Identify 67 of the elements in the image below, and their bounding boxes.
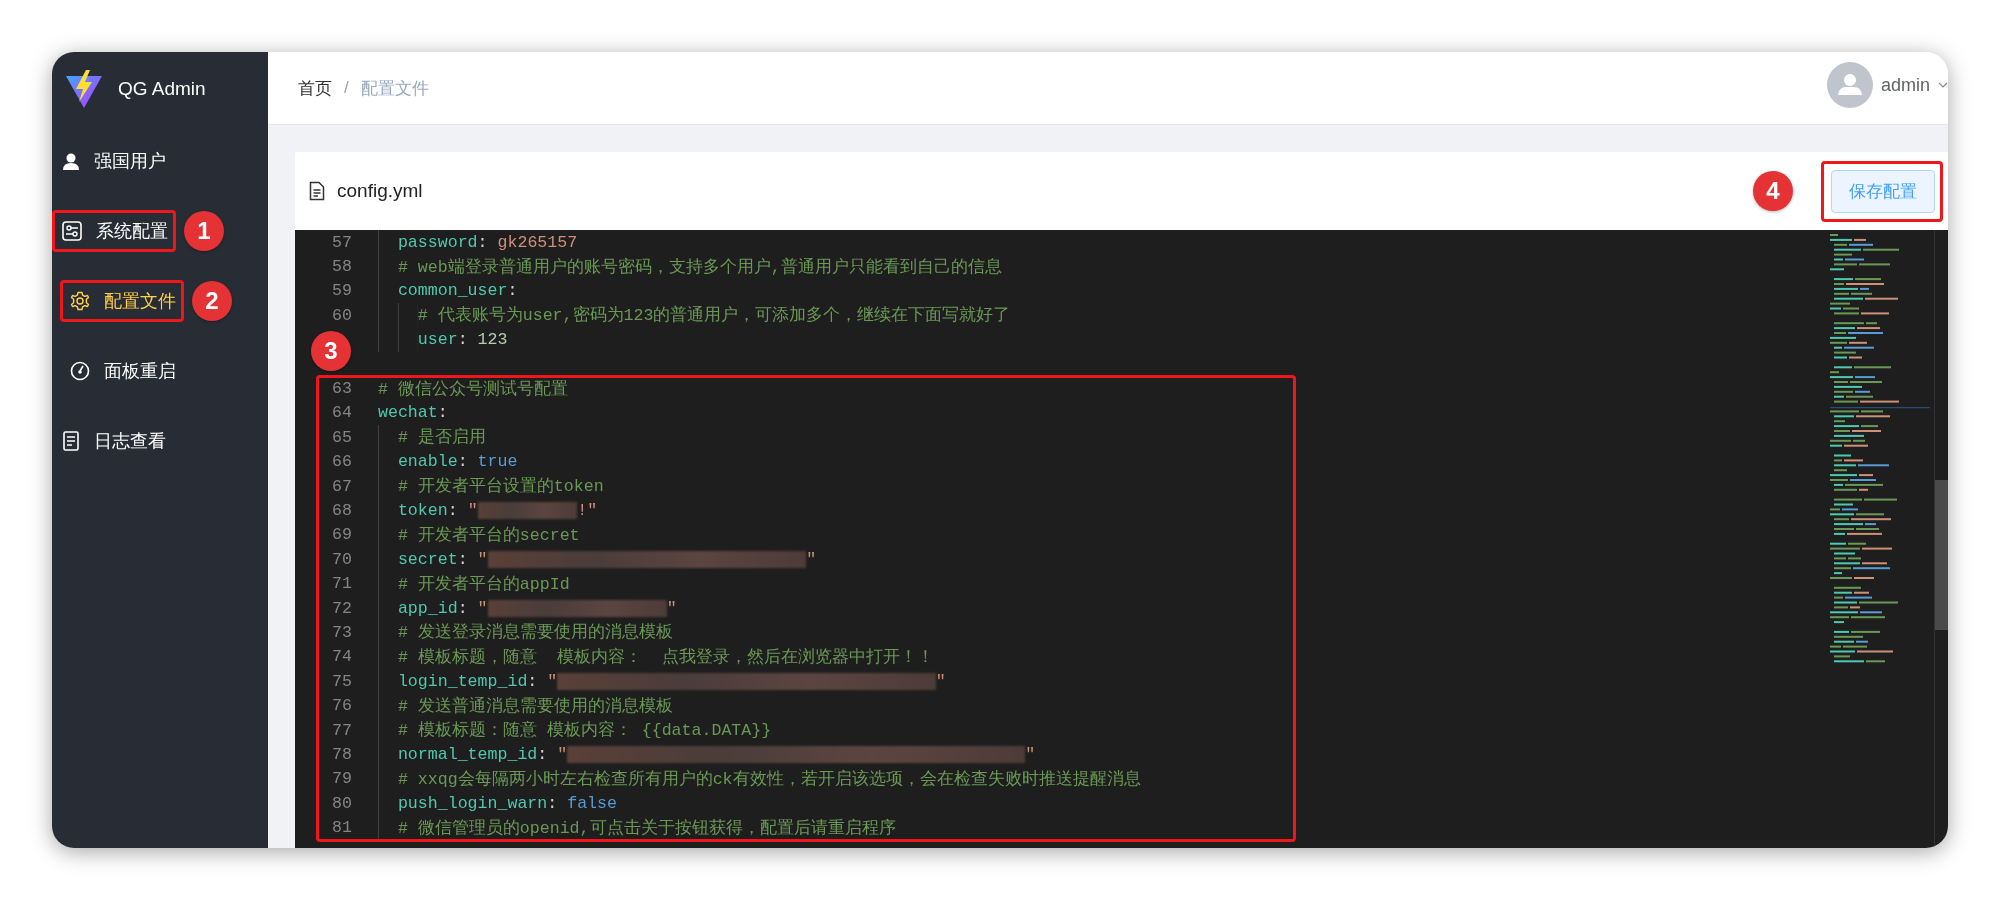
line-number: 71 [331,574,353,594]
line-number: 72 [331,598,353,618]
breadcrumb-link[interactable]: 首页 [298,76,332,100]
code-line: # 发送登录消息需要使用的消息模板 [397,622,673,645]
line-number: 65 [331,427,353,447]
code-line: # 微信管理员的openid,可点击关于按钮获得，配置后请重启程序 [397,817,896,840]
line-number: 80 [331,793,353,813]
file-title: config.yml [337,180,423,202]
line-number: 74 [331,647,353,667]
avatar-icon[interactable] [1826,62,1873,108]
line-number: 60 [331,305,353,325]
line-number: 77 [331,720,353,740]
code-line: # 模板标题：随意 模板内容： {{data.DATA}} [397,719,772,742]
line-number: 58 [331,257,353,277]
code-line: secret: " " [397,548,817,571]
line-number: 66 [331,452,353,472]
code-line: # 开发者平台设置的token [397,476,604,499]
gear-icon [70,291,90,311]
menu-item[interactable]: 强国用户 [62,149,166,173]
logo-icon [64,68,104,109]
gauge-icon [70,361,90,381]
menu-item[interactable]: 系统配置 [62,219,168,243]
user-name[interactable]: admin [1880,74,1930,96]
code-line: # 代表账号为user,密码为123的普通用户，可添加多个，继续在下面写就好了 [417,304,1011,328]
menu-item[interactable]: 配置文件 [70,289,176,313]
code-line: # 发送普通消息需要使用的消息模板 [397,695,673,718]
code-line: # 是否启用 [397,426,486,450]
caret-icon[interactable] [1938,82,1948,88]
line-number: 59 [331,281,353,301]
code-line: # 开发者平台的secret [397,524,580,547]
line-number: 81 [331,818,353,838]
code-line: enable: true [397,451,518,474]
code-line: # 开发者平台的appId [397,573,570,596]
code-line: user: 123 [417,329,508,352]
line-number: 73 [331,622,353,642]
sliders-icon [62,221,82,241]
code-line: # xxqg会每隔两小时左右检查所有用户的ck有效性，若开启该选项，会在检查失败时推送提醒消息 [397,768,1141,791]
code-line: common_user: [397,280,518,303]
line-number: 63 [331,379,353,399]
line-number: 79 [331,769,353,789]
code-line: app_id: " " [397,597,677,620]
menu-item[interactable]: 面板重启 [70,359,176,383]
line-number: 70 [331,549,353,569]
code-line: normal_temp_id: " " [397,743,1036,766]
code-line: token: " !" [397,500,598,522]
line-number: 67 [331,476,353,496]
line-number: 57 [331,232,353,252]
user-icon [62,152,80,170]
line-number: 78 [331,744,353,764]
scrollbar[interactable] [1935,480,1948,630]
code-line: push_login_warn: false [397,792,617,815]
code-line: # 模板标题，随意 模板内容： 点我登录，然后在浏览器中打开！！ [397,646,934,669]
document-icon [62,431,80,451]
menu-item[interactable]: 日志查看 [62,429,166,453]
line-number: 69 [331,525,353,545]
code-line: # web端登录普通用户的账号密码，支持多个用户,普通用户只能看到自己的信息 [397,256,1002,279]
breadcrumb-separator: / [344,78,349,98]
line-number: 68 [331,501,353,520]
line-number: 75 [331,671,353,691]
code-line: login_temp_id: " " [397,670,946,693]
code-line: # 微信公众号测试号配置 [378,378,568,401]
line-number: 64 [331,403,353,423]
app-title: QG Admin [118,77,206,100]
code-line: wechat: [378,402,448,425]
code-line: password: gk265157 [397,231,578,254]
document-icon [309,181,325,201]
line-number: 76 [331,696,353,716]
